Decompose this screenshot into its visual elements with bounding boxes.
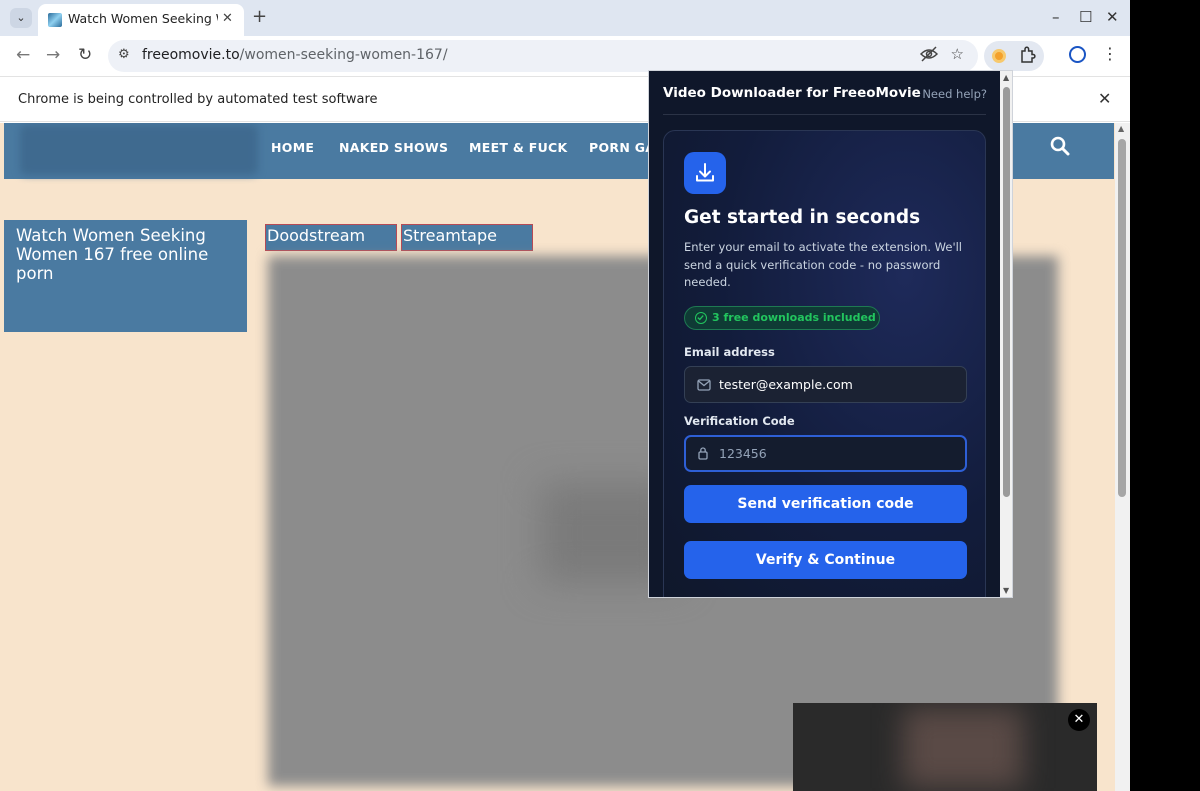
popup-scroll-down-icon[interactable]: ▼ xyxy=(1003,586,1009,595)
host-button-doodstream[interactable]: Doodstream xyxy=(265,224,397,251)
need-help-link[interactable]: Need help? xyxy=(922,87,987,101)
site-logo[interactable] xyxy=(20,125,258,175)
ad-close-icon[interactable]: ✕ xyxy=(1068,709,1090,731)
popup-scroll-up-icon[interactable]: ▲ xyxy=(1003,73,1009,82)
extensions-puzzle-icon[interactable] xyxy=(1020,46,1036,68)
tab-strip: ⌄ Watch Women Seeking Women 167 free onl… xyxy=(0,0,1130,36)
email-label: Email address xyxy=(684,345,775,359)
site-search-icon[interactable] xyxy=(1050,136,1070,161)
url-text[interactable]: freeomovie.to/women-seeking-women-167/ xyxy=(142,47,448,63)
popup-description: Enter your email to activate the extensi… xyxy=(684,240,962,289)
more-menu-icon[interactable]: ⋮ xyxy=(1102,44,1118,63)
scroll-up-arrow-icon[interactable]: ▲ xyxy=(1118,124,1124,133)
code-input[interactable] xyxy=(719,437,959,470)
new-tab-button[interactable]: + xyxy=(252,6,267,27)
url-domain: freeomovie.to xyxy=(142,47,240,63)
popup-scrollbar[interactable]: ▲ ▼ xyxy=(1000,71,1012,597)
popup-scroll-thumb[interactable] xyxy=(1003,87,1010,497)
infobar-close-icon[interactable]: ✕ xyxy=(1098,89,1111,108)
nav-meet-fuck[interactable]: MEET & FUCK xyxy=(469,140,568,155)
active-tab[interactable]: Watch Women Seeking Women 167 free onlin… xyxy=(38,4,244,36)
forward-arrow-icon[interactable]: → xyxy=(46,45,60,65)
send-code-button[interactable]: Send verification code xyxy=(684,485,967,523)
popup-heading: Get started in seconds xyxy=(684,207,921,228)
video-downloader-extension-icon[interactable] xyxy=(992,49,1006,63)
code-label: Verification Code xyxy=(684,414,795,428)
corner-video-ad[interactable]: ✕ xyxy=(793,703,1097,791)
profile-avatar-icon[interactable] xyxy=(1069,46,1086,63)
code-field[interactable] xyxy=(684,435,967,472)
nav-home[interactable]: HOME xyxy=(271,140,314,155)
free-downloads-badge: 3 free downloads included xyxy=(684,306,880,330)
address-bar[interactable]: ⚙ freeomovie.to/women-seeking-women-167/… xyxy=(108,40,978,72)
extension-popup: Video Downloader for FreeoMovie Need hel… xyxy=(648,70,1013,598)
extensions-group xyxy=(984,41,1044,71)
ad-thumbnail xyxy=(903,708,1023,788)
back-arrow-icon[interactable]: ← xyxy=(16,45,30,65)
page-scrollbar[interactable]: ▲ xyxy=(1115,123,1130,791)
download-icon xyxy=(684,152,726,194)
reload-icon[interactable]: ↻ xyxy=(78,45,92,65)
host-button-streamtape[interactable]: Streamtape xyxy=(401,224,533,251)
maximize-icon[interactable]: ☐ xyxy=(1079,8,1092,26)
url-path: /women-seeking-women-167/ xyxy=(239,47,448,63)
desktop-background xyxy=(1130,0,1200,791)
tab-search-button[interactable]: ⌄ xyxy=(10,8,32,28)
lock-icon xyxy=(697,445,709,464)
window-close-icon[interactable]: ✕ xyxy=(1106,8,1119,26)
email-field[interactable] xyxy=(684,366,967,403)
mail-icon xyxy=(697,376,711,395)
email-input[interactable] xyxy=(719,367,959,402)
badge-text: 3 free downloads included xyxy=(712,311,876,324)
site-favicon-icon xyxy=(48,13,62,27)
infobar-text: Chrome is being controlled by automated … xyxy=(18,92,378,107)
minimize-icon[interactable]: – xyxy=(1052,8,1060,26)
video-title: Watch Women Seeking Women 167 free onlin… xyxy=(16,226,209,283)
verify-continue-button[interactable]: Verify & Continue xyxy=(684,541,967,579)
eye-off-icon[interactable] xyxy=(919,46,939,66)
video-title-box: Watch Women Seeking Women 167 free onlin… xyxy=(4,220,247,332)
tab-title: Watch Women Seeking Women 167 free onlin… xyxy=(68,11,218,26)
check-circle-icon xyxy=(695,312,707,324)
tab-close-icon[interactable]: ✕ xyxy=(222,11,233,26)
nav-porn-games[interactable]: PORN GA xyxy=(589,140,655,155)
popup-app-name: Video Downloader for FreeoMovie xyxy=(663,85,921,101)
signup-card: Get started in seconds Enter your email … xyxy=(663,130,986,597)
browser-window: ⌄ Watch Women Seeking Women 167 free onl… xyxy=(0,0,1130,791)
bookmark-star-icon[interactable]: ☆ xyxy=(951,45,964,63)
site-info-icon[interactable]: ⚙ xyxy=(118,47,130,62)
nav-naked-shows[interactable]: NAKED SHOWS xyxy=(339,140,448,155)
page-scroll-thumb[interactable] xyxy=(1118,139,1126,497)
popup-header: Video Downloader for FreeoMovie Need hel… xyxy=(663,85,987,115)
